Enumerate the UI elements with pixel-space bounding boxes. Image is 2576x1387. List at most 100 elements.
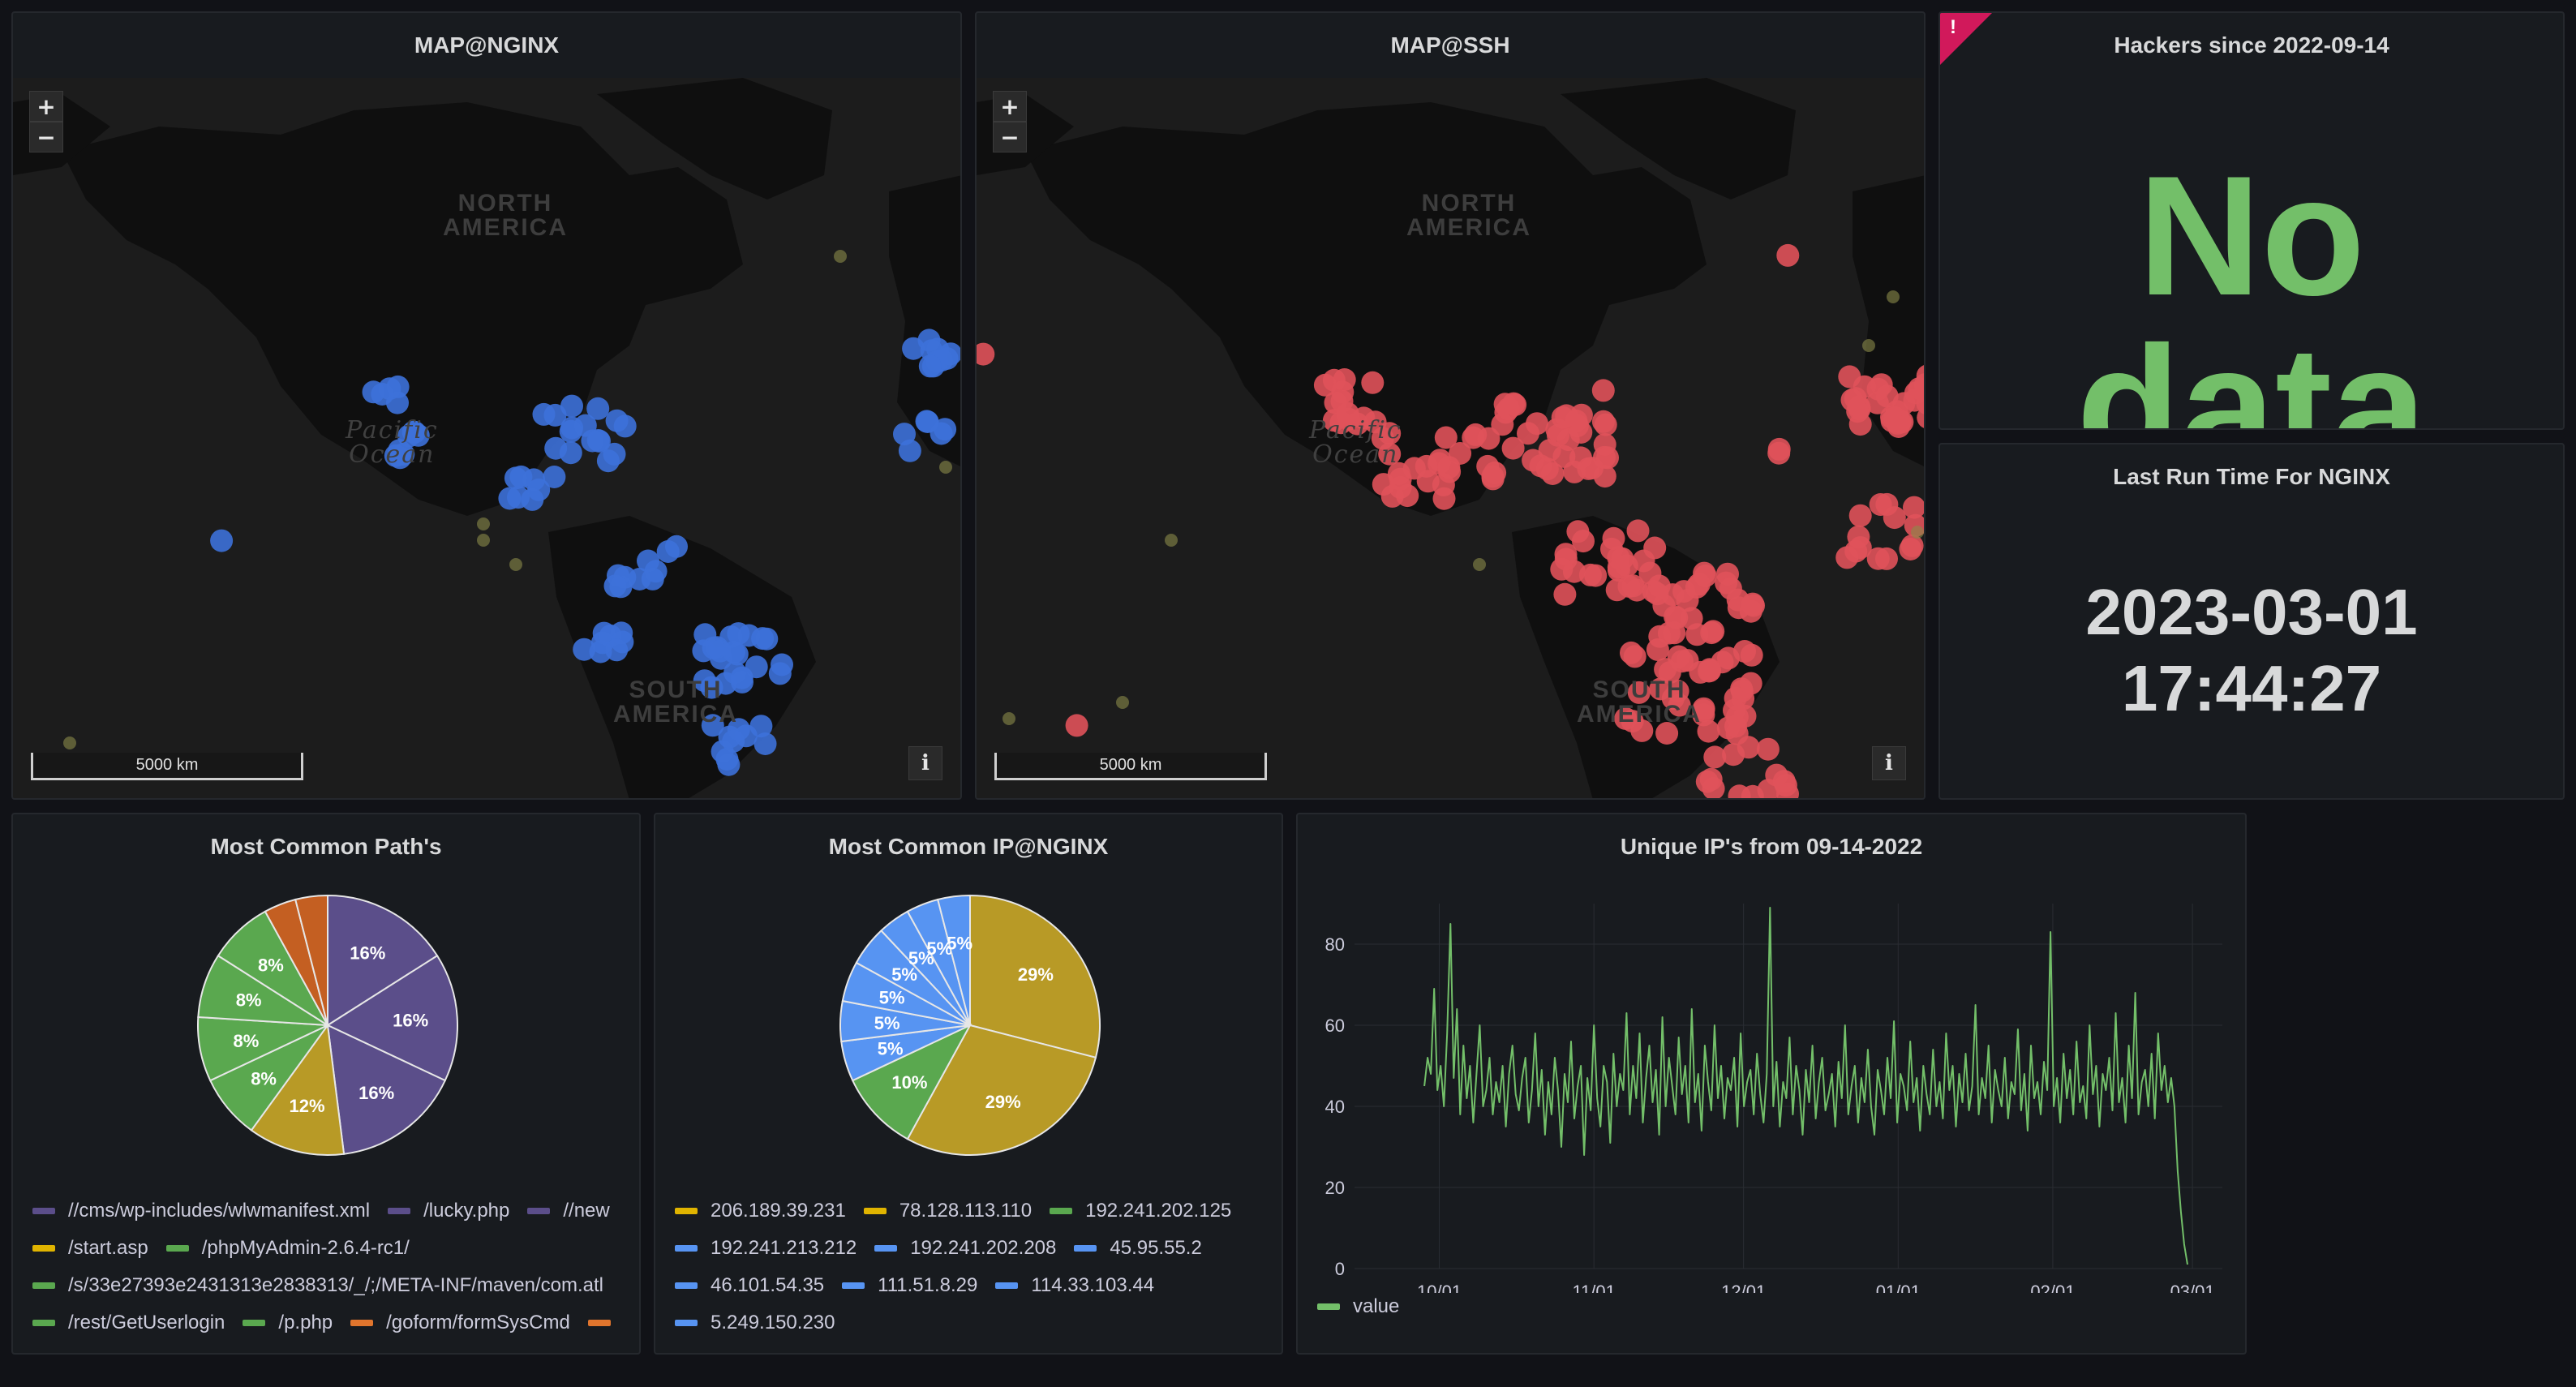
map-scale-bar: 5000 km bbox=[994, 753, 1267, 780]
panel-title[interactable]: Most Common IP@NGINX bbox=[655, 814, 1282, 879]
legend-item[interactable] bbox=[587, 1320, 624, 1326]
map-marker-faint bbox=[1002, 712, 1015, 725]
map-marker bbox=[1887, 415, 1910, 438]
map-marker bbox=[1566, 520, 1590, 543]
y-tick-label: 60 bbox=[1325, 1016, 1345, 1036]
legend-label: /phpMyAdmin-2.6.4-rc1/ bbox=[201, 1237, 410, 1259]
legend-item[interactable]: 45.95.55.2 bbox=[1074, 1237, 1202, 1260]
map-marker bbox=[1838, 365, 1861, 389]
map-marker bbox=[603, 574, 627, 598]
map-marker bbox=[1416, 470, 1440, 493]
legend-item[interactable]: 78.128.113.110 bbox=[863, 1200, 1032, 1222]
map-marker-faint bbox=[1473, 558, 1486, 571]
legend-swatch bbox=[165, 1245, 189, 1252]
label-north-america: NORTH AMERICA bbox=[1406, 190, 1531, 241]
legend-item[interactable]: 192.241.202.125 bbox=[1050, 1200, 1231, 1222]
zoom-in-button[interactable]: + bbox=[993, 91, 1027, 122]
map-canvas[interactable]: NORTH AMERICA Pacific Ocean SOUTH AMERIC… bbox=[13, 78, 960, 798]
panel-title[interactable]: Hackers since 2022-09-14 bbox=[1940, 13, 2563, 78]
y-tick-label: 80 bbox=[1325, 934, 1345, 955]
ips-pie-panel: Most Common IP@NGINX 29% 29% 10% 5% 5% 5% 5% 5%… bbox=[654, 813, 1283, 1355]
zoom-out-button[interactable]: − bbox=[993, 122, 1027, 152]
pie-slice-label: 8% bbox=[236, 990, 262, 1010]
legend-item[interactable]: /rest/GetUserlogin bbox=[32, 1312, 225, 1334]
map-marker-faint bbox=[1887, 290, 1900, 303]
legend-item[interactable]: /p.php bbox=[243, 1312, 333, 1334]
zoom-in-button[interactable]: + bbox=[29, 91, 63, 122]
pie-chart: 29%29%10%5%5%5%5%5%5%5% bbox=[839, 894, 1101, 1156]
map-marker bbox=[605, 409, 629, 432]
legend-item[interactable]: //new bbox=[527, 1200, 610, 1222]
map-marker bbox=[1594, 413, 1617, 436]
zoom-out-button[interactable]: − bbox=[29, 122, 63, 152]
map-info-button[interactable]: i bbox=[1872, 746, 1906, 780]
map-marker bbox=[498, 487, 522, 510]
legend-label: /s/33e27393e2431313e2838313/_/;/META-INF… bbox=[68, 1274, 603, 1296]
map-marker bbox=[1491, 413, 1514, 436]
legend-label: 192.241.202.208 bbox=[910, 1237, 1057, 1259]
legend-item[interactable]: //cms/wp-includes/wlwmanifest.xml bbox=[32, 1200, 370, 1222]
legend-item[interactable]: /goform/formSysCmd bbox=[350, 1312, 570, 1334]
map-marker bbox=[918, 354, 942, 378]
panel-title[interactable]: MAP@NGINX bbox=[13, 13, 960, 78]
last-run-date: 2023-03-01 bbox=[2085, 576, 2418, 648]
pie-slice-label: 29% bbox=[985, 1092, 1021, 1112]
map-marker bbox=[1737, 736, 1760, 759]
panel-title[interactable]: MAP@SSH bbox=[977, 13, 1924, 78]
map-marker bbox=[1698, 658, 1721, 681]
pie-slice-label: 8% bbox=[258, 955, 284, 975]
map-marker bbox=[723, 640, 745, 663]
legend-item[interactable]: 46.101.54.35 bbox=[675, 1274, 824, 1297]
legend-item[interactable]: /start.asp bbox=[32, 1237, 148, 1260]
pie-slice-label: 16% bbox=[393, 1011, 428, 1031]
map-background bbox=[13, 78, 960, 798]
legend-item[interactable]: 192.241.213.212 bbox=[675, 1237, 857, 1260]
pie-slice-label: 10% bbox=[891, 1072, 927, 1093]
y-tick-label: 40 bbox=[1325, 1097, 1345, 1117]
map-marker bbox=[1065, 714, 1088, 737]
legend-item[interactable]: 5.249.150.230 bbox=[675, 1312, 835, 1334]
map-marker bbox=[378, 377, 401, 401]
legend-swatch bbox=[874, 1245, 898, 1252]
map-info-button[interactable]: i bbox=[908, 746, 942, 780]
map-canvas[interactable]: NORTH AMERICA Pacific Ocean SOUTH AMERIC… bbox=[977, 78, 1924, 798]
legend-swatch bbox=[995, 1282, 1019, 1289]
map-marker-faint bbox=[509, 558, 522, 571]
map-marker bbox=[1869, 493, 1892, 516]
map-marker bbox=[771, 653, 793, 676]
map-marker bbox=[1903, 496, 1924, 519]
label-pacific-ocean: Pacific Ocean bbox=[346, 416, 439, 469]
map-marker bbox=[1611, 547, 1634, 570]
map-marker bbox=[1526, 412, 1548, 436]
legend-item[interactable]: /s/33e27393e2431313e2838313/_/;/META-INF… bbox=[32, 1274, 603, 1297]
y-tick-label: 20 bbox=[1325, 1178, 1345, 1198]
panel-title[interactable]: Last Run Time For NGINX bbox=[1940, 444, 2563, 509]
legend-item[interactable]: /phpMyAdmin-2.6.4-rc1/ bbox=[165, 1237, 410, 1260]
legend-label: 206.189.39.231 bbox=[711, 1200, 846, 1222]
legend-item[interactable]: /lucky.php bbox=[388, 1200, 509, 1222]
legend-item[interactable]: 111.51.8.29 bbox=[842, 1274, 977, 1297]
legend-row: 5.249.150.230 bbox=[675, 1304, 1273, 1342]
legend-item[interactable]: 114.33.103.44 bbox=[995, 1274, 1154, 1297]
map-marker bbox=[1437, 456, 1461, 479]
legend-swatch bbox=[675, 1208, 698, 1214]
map-marker bbox=[1646, 638, 1669, 661]
pie-slice-label: 5% bbox=[874, 1013, 900, 1033]
map-marker bbox=[1361, 371, 1385, 394]
line-chart[interactable]: 02040608010/01 11/01 12/01 01/01 02/01 03/01 bbox=[1298, 879, 2247, 1293]
legend-swatch bbox=[388, 1208, 411, 1214]
legend-item[interactable]: 192.241.202.208 bbox=[874, 1237, 1056, 1260]
panel-title[interactable]: Unique IP's from 09-14-2022 bbox=[1298, 814, 2245, 879]
legend-item[interactable]: 206.189.39.231 bbox=[675, 1200, 846, 1222]
panel-title[interactable]: Most Common Path's bbox=[13, 814, 639, 879]
map-marker bbox=[586, 429, 610, 452]
legend-swatch bbox=[675, 1282, 698, 1289]
legend-item[interactable]: value bbox=[1317, 1295, 1399, 1318]
map-marker bbox=[717, 753, 741, 776]
pie-legend: 206.189.39.231 78.128.113.110 192.241.202.… bbox=[675, 1192, 1273, 1342]
map-marker bbox=[1432, 487, 1456, 510]
pie-slice-label: 12% bbox=[289, 1096, 324, 1116]
map-marker bbox=[702, 636, 725, 659]
legend-label: /rest/GetUserlogin bbox=[68, 1312, 225, 1333]
map-marker bbox=[1767, 441, 1791, 465]
